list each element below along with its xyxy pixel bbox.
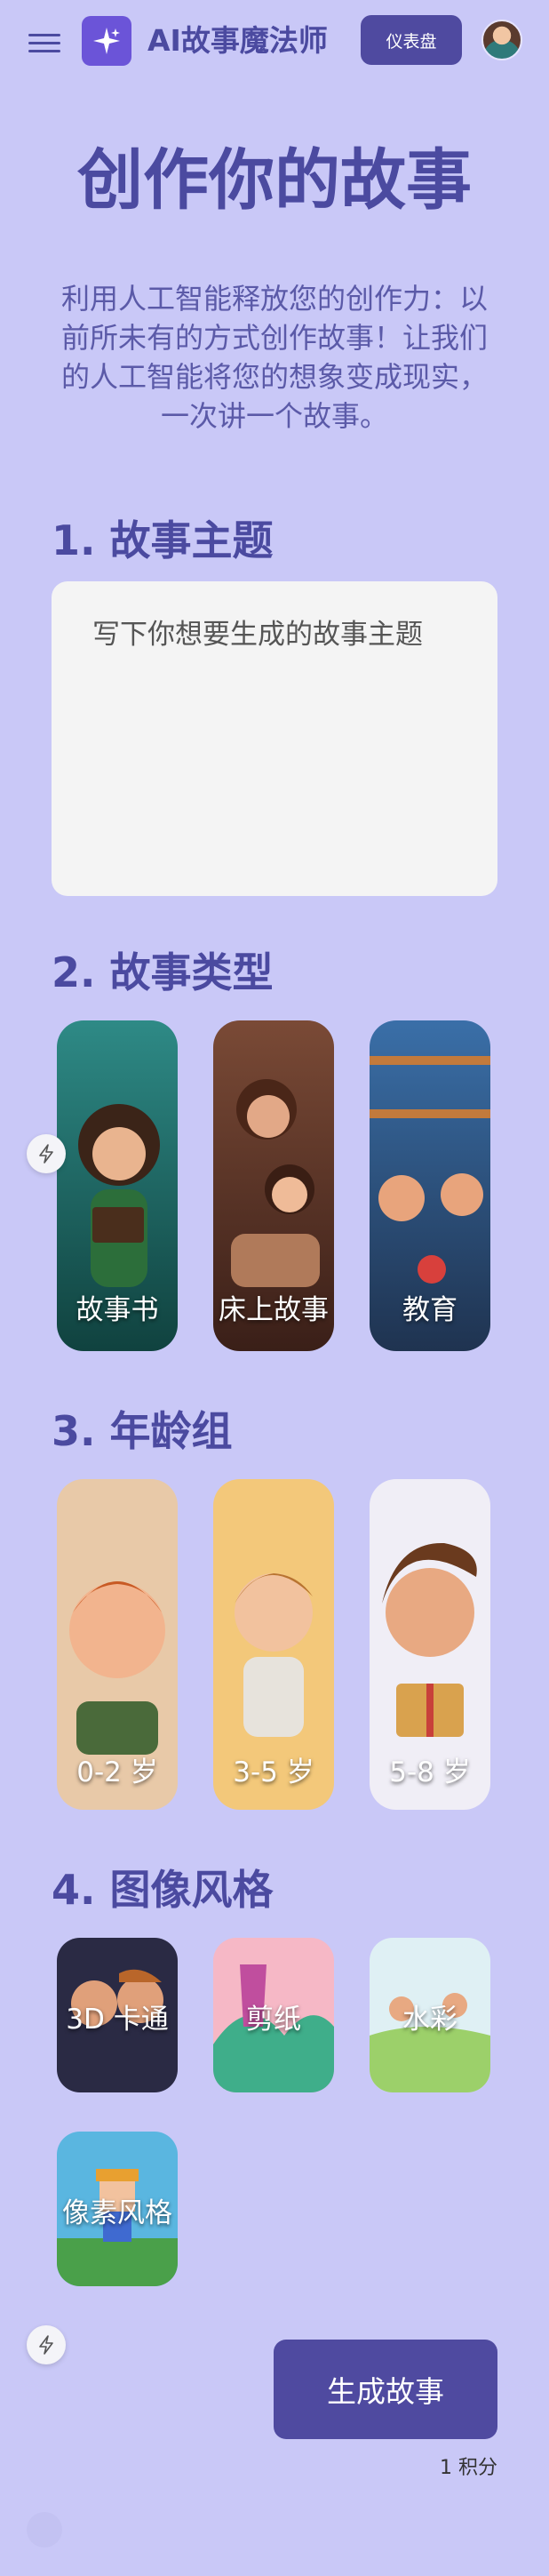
intro-text: 利用人工智能释放您的创作力：以前所未有的方式创作故事！让我们的人工智能将您的想象…: [60, 282, 488, 433]
style-card-pixel[interactable]: 像素风格: [57, 2132, 178, 2286]
top-bar: AI故事魔法师 仪表盘: [0, 0, 549, 82]
page-title: 创作你的故事: [77, 142, 472, 219]
generate-story-button[interactable]: 生成故事: [274, 2340, 497, 2439]
style-label: 水彩: [402, 2004, 458, 2036]
story-type-card-bedtime[interactable]: 床上故事: [213, 1020, 334, 1351]
image-style-heading: 4. 图像风格: [52, 1866, 274, 1914]
avatar[interactable]: [481, 20, 522, 60]
age-group-heading: 3. 年龄组: [52, 1407, 233, 1455]
age-label: 3-5 岁: [233, 1756, 314, 1788]
topic-heading: 1. 故事主题: [52, 516, 274, 564]
hamburger-menu-icon[interactable]: [28, 28, 62, 53]
story-type-card-education[interactable]: 教育: [370, 1020, 490, 1351]
lightning-icon[interactable]: [27, 2325, 66, 2364]
style-card-3d-cartoon[interactable]: 3D 卡通: [57, 1938, 178, 2092]
app-title: AI故事魔法师: [147, 23, 328, 58]
credits-cost: 1 积分: [440, 2457, 497, 2479]
story-type-heading: 2. 故事类型: [52, 948, 274, 996]
story-type-label: 故事书: [76, 1294, 159, 1326]
style-label: 剪纸: [246, 2004, 301, 2036]
age-card-5-8[interactable]: 5-8 岁: [370, 1479, 490, 1810]
story-type-card-storybook[interactable]: 故事书: [57, 1020, 178, 1351]
age-label: 5-8 岁: [389, 1756, 471, 1788]
age-card-3-5[interactable]: 3-5 岁: [213, 1479, 334, 1810]
age-card-0-2[interactable]: 0-2 岁: [57, 1479, 178, 1810]
sparkle-icon: [82, 16, 131, 66]
faint-floating-icon: [27, 2512, 62, 2548]
age-label: 0-2 岁: [76, 1756, 158, 1788]
story-type-label: 床上故事: [219, 1294, 329, 1326]
dashboard-button[interactable]: 仪表盘: [361, 15, 462, 65]
lightning-icon[interactable]: [27, 1134, 66, 1173]
topic-input[interactable]: [52, 581, 497, 896]
story-type-label: 教育: [402, 1294, 458, 1326]
style-label: 像素风格: [62, 2197, 172, 2229]
style-label: 3D 卡通: [66, 2004, 169, 2036]
style-card-paper-cut[interactable]: 剪纸: [213, 1938, 334, 2092]
style-card-watercolor[interactable]: 水彩: [370, 1938, 490, 2092]
